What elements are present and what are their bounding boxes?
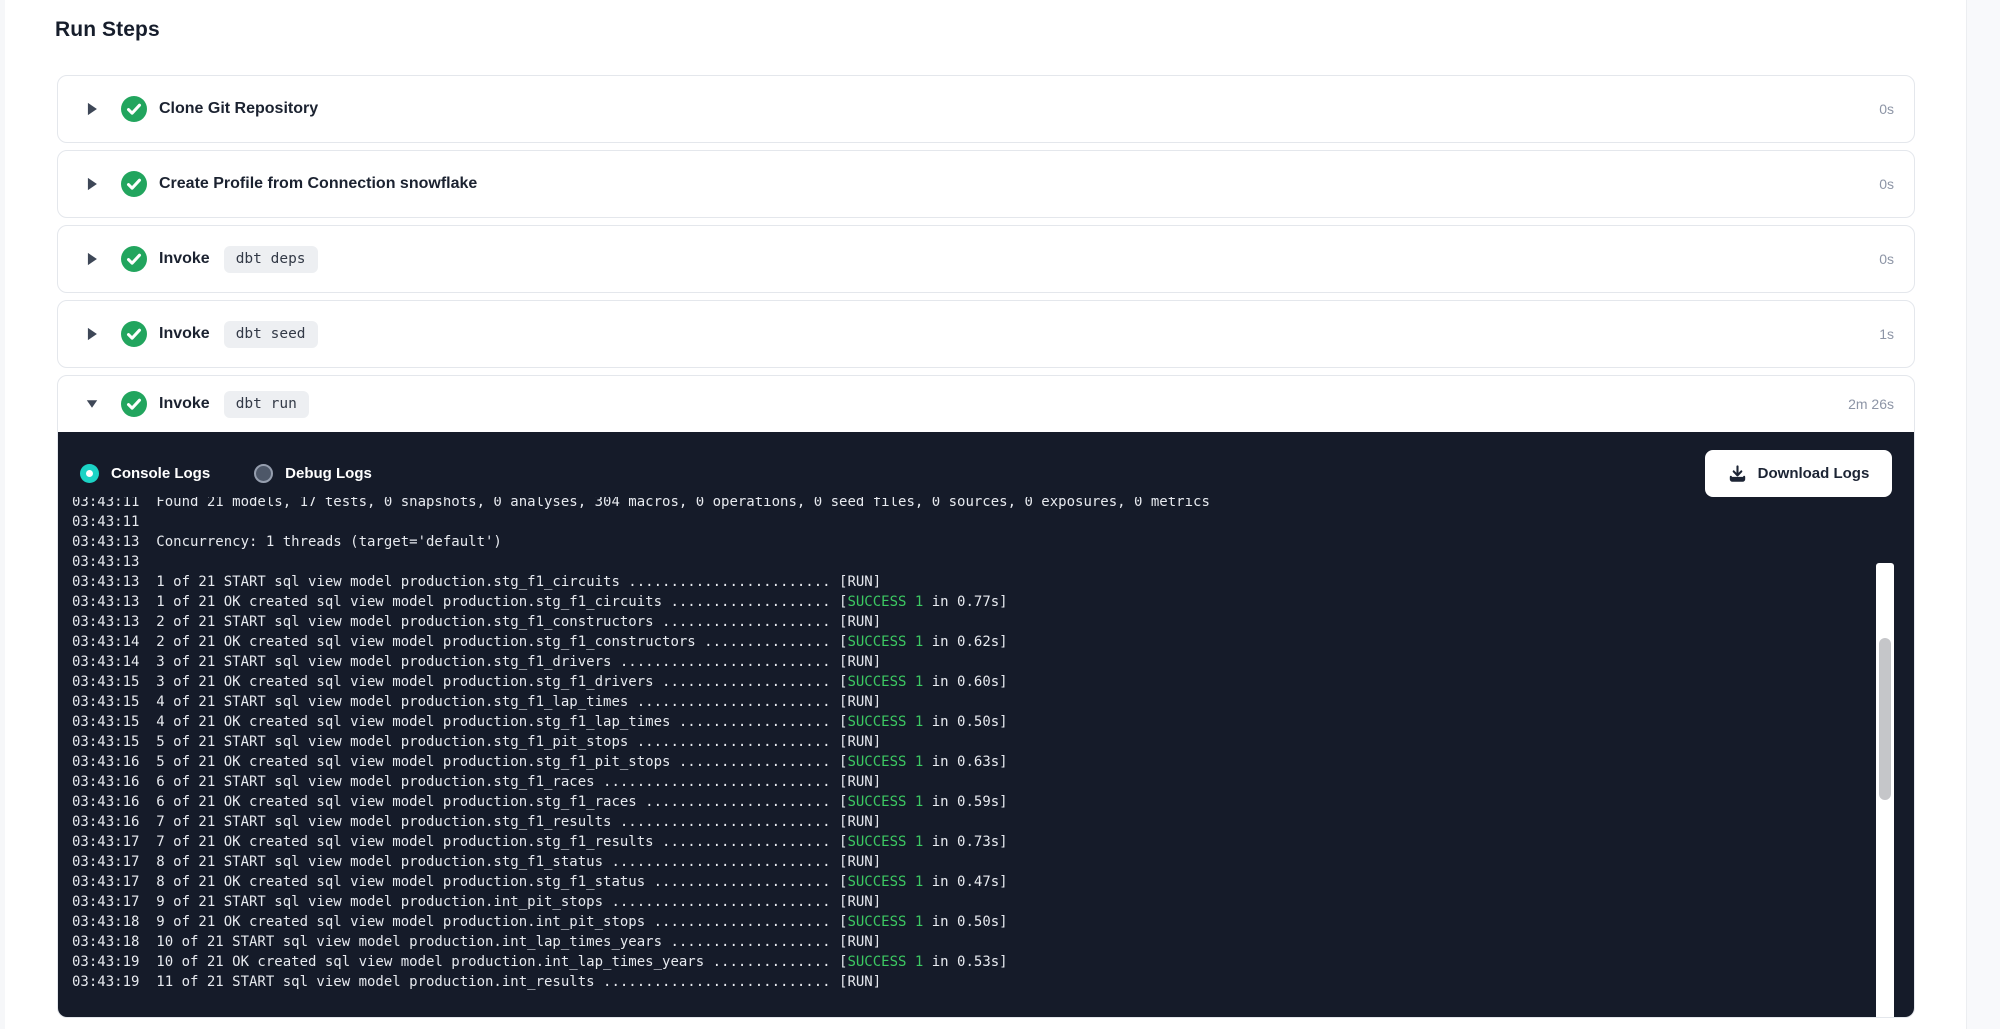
- caret-right-icon[interactable]: [86, 177, 98, 191]
- run-step-duration: 2m 26s: [1848, 396, 1894, 412]
- log-line: 03:43:13 Concurrency: 1 threads (target=…: [72, 532, 1914, 552]
- log-line: 03:43:19 11 of 21 START sql view model p…: [72, 972, 1914, 992]
- run-steps-list: Clone Git Repository 0s Create Profile f…: [57, 75, 1915, 1018]
- run-step-label: Invoke: [159, 250, 210, 268]
- check-circle-icon: [121, 246, 147, 272]
- log-line: 03:43:15 3 of 21 OK created sql view mod…: [72, 672, 1914, 692]
- check-circle-icon: [121, 391, 147, 417]
- console-scrollbar[interactable]: [1876, 563, 1894, 1017]
- run-step-label: Create Profile from Connection snowflake: [159, 175, 477, 193]
- log-line: 03:43:16 6 of 21 START sql view model pr…: [72, 772, 1914, 792]
- console-log-lines: 03:43:11 Found 21 models, 17 tests, 0 sn…: [72, 497, 1914, 992]
- radio-selected-icon[interactable]: [80, 464, 99, 483]
- log-line: 03:43:18 10 of 21 START sql view model p…: [72, 932, 1914, 952]
- log-line: 03:43:13 1 of 21 START sql view model pr…: [72, 572, 1914, 592]
- run-step-header[interactable]: Invoke dbt seed 1s: [58, 301, 1914, 367]
- log-line: 03:43:13 2 of 21 START sql view model pr…: [72, 612, 1914, 632]
- log-line: 03:43:11 Found 21 models, 17 tests, 0 sn…: [72, 497, 1914, 512]
- run-step-header[interactable]: Invoke dbt deps 0s: [58, 226, 1914, 292]
- page-left-margin: [0, 0, 5, 1029]
- log-line: 03:43:16 7 of 21 START sql view model pr…: [72, 812, 1914, 832]
- run-step-label: Invoke: [159, 395, 210, 413]
- page-right-margin: [1966, 0, 2000, 1029]
- check-circle-icon: [121, 171, 147, 197]
- run-step-duration: 0s: [1879, 251, 1894, 267]
- run-step-card-dbt-seed: Invoke dbt seed 1s: [57, 300, 1915, 368]
- run-step-label: Invoke: [159, 325, 210, 343]
- log-line: 03:43:17 7 of 21 OK created sql view mod…: [72, 832, 1914, 852]
- log-line: 03:43:15 4 of 21 OK created sql view mod…: [72, 712, 1914, 732]
- log-line: 03:43:17 8 of 21 OK created sql view mod…: [72, 872, 1914, 892]
- check-circle-icon: [121, 96, 147, 122]
- run-step-header[interactable]: Invoke dbt run 2m 26s: [58, 376, 1914, 432]
- run-step-command-badge: dbt seed: [224, 321, 318, 348]
- log-line: 03:43:15 4 of 21 START sql view model pr…: [72, 692, 1914, 712]
- download-icon: [1728, 464, 1747, 483]
- log-line: 03:43:16 6 of 21 OK created sql view mod…: [72, 792, 1914, 812]
- run-step-command-badge: dbt deps: [224, 246, 318, 273]
- log-line: 03:43:17 8 of 21 START sql view model pr…: [72, 852, 1914, 872]
- log-line: 03:43:18 9 of 21 OK created sql view mod…: [72, 912, 1914, 932]
- log-line: 03:43:11: [72, 512, 1914, 532]
- run-step-card-create-profile: Create Profile from Connection snowflake…: [57, 150, 1915, 218]
- console-panel: Console Logs Debug Logs Download Logs 0: [58, 432, 1914, 1017]
- caret-right-icon[interactable]: [86, 102, 98, 116]
- log-line: 03:43:13: [72, 552, 1914, 572]
- run-step-card-clone-git: Clone Git Repository 0s: [57, 75, 1915, 143]
- run-step-header[interactable]: Create Profile from Connection snowflake…: [58, 151, 1914, 217]
- caret-right-icon[interactable]: [86, 327, 98, 341]
- console-logs-option[interactable]: Console Logs: [80, 464, 210, 483]
- console-toolbar: Console Logs Debug Logs Download Logs: [58, 432, 1914, 497]
- radio-unselected-icon[interactable]: [254, 464, 273, 483]
- log-line: 03:43:19 10 of 21 OK created sql view mo…: [72, 952, 1914, 972]
- log-line: 03:43:14 2 of 21 OK created sql view mod…: [72, 632, 1914, 652]
- caret-right-icon[interactable]: [86, 252, 98, 266]
- page-title: Run Steps: [55, 16, 1915, 44]
- log-line: 03:43:13 1 of 21 OK created sql view mod…: [72, 592, 1914, 612]
- download-logs-label: Download Logs: [1758, 465, 1870, 482]
- log-line: 03:43:14 3 of 21 START sql view model pr…: [72, 652, 1914, 672]
- debug-logs-label: Debug Logs: [285, 465, 372, 482]
- run-step-duration: 0s: [1879, 101, 1894, 117]
- run-step-command-badge: dbt run: [224, 391, 309, 418]
- run-step-duration: 1s: [1879, 326, 1894, 342]
- caret-down-icon[interactable]: [86, 397, 98, 411]
- run-step-label: Clone Git Repository: [159, 100, 318, 118]
- check-circle-icon: [121, 321, 147, 347]
- log-line: 03:43:15 5 of 21 START sql view model pr…: [72, 732, 1914, 752]
- console-logs-label: Console Logs: [111, 465, 210, 482]
- log-line: 03:43:16 5 of 21 OK created sql view mod…: [72, 752, 1914, 772]
- console-log-output[interactable]: 03:43:11 Found 21 models, 17 tests, 0 sn…: [58, 497, 1914, 1017]
- console-scrollbar-thumb[interactable]: [1879, 638, 1891, 800]
- download-logs-button[interactable]: Download Logs: [1705, 450, 1892, 497]
- run-step-duration: 0s: [1879, 176, 1894, 192]
- run-step-card-dbt-deps: Invoke dbt deps 0s: [57, 225, 1915, 293]
- run-step-card-dbt-run: Invoke dbt run 2m 26s Console Logs Debug…: [57, 375, 1915, 1018]
- debug-logs-option[interactable]: Debug Logs: [254, 464, 372, 483]
- run-steps-page: Run Steps Clone Git Repository 0s: [57, 0, 1915, 1025]
- log-line: 03:43:17 9 of 21 START sql view model pr…: [72, 892, 1914, 912]
- run-step-header[interactable]: Clone Git Repository 0s: [58, 76, 1914, 142]
